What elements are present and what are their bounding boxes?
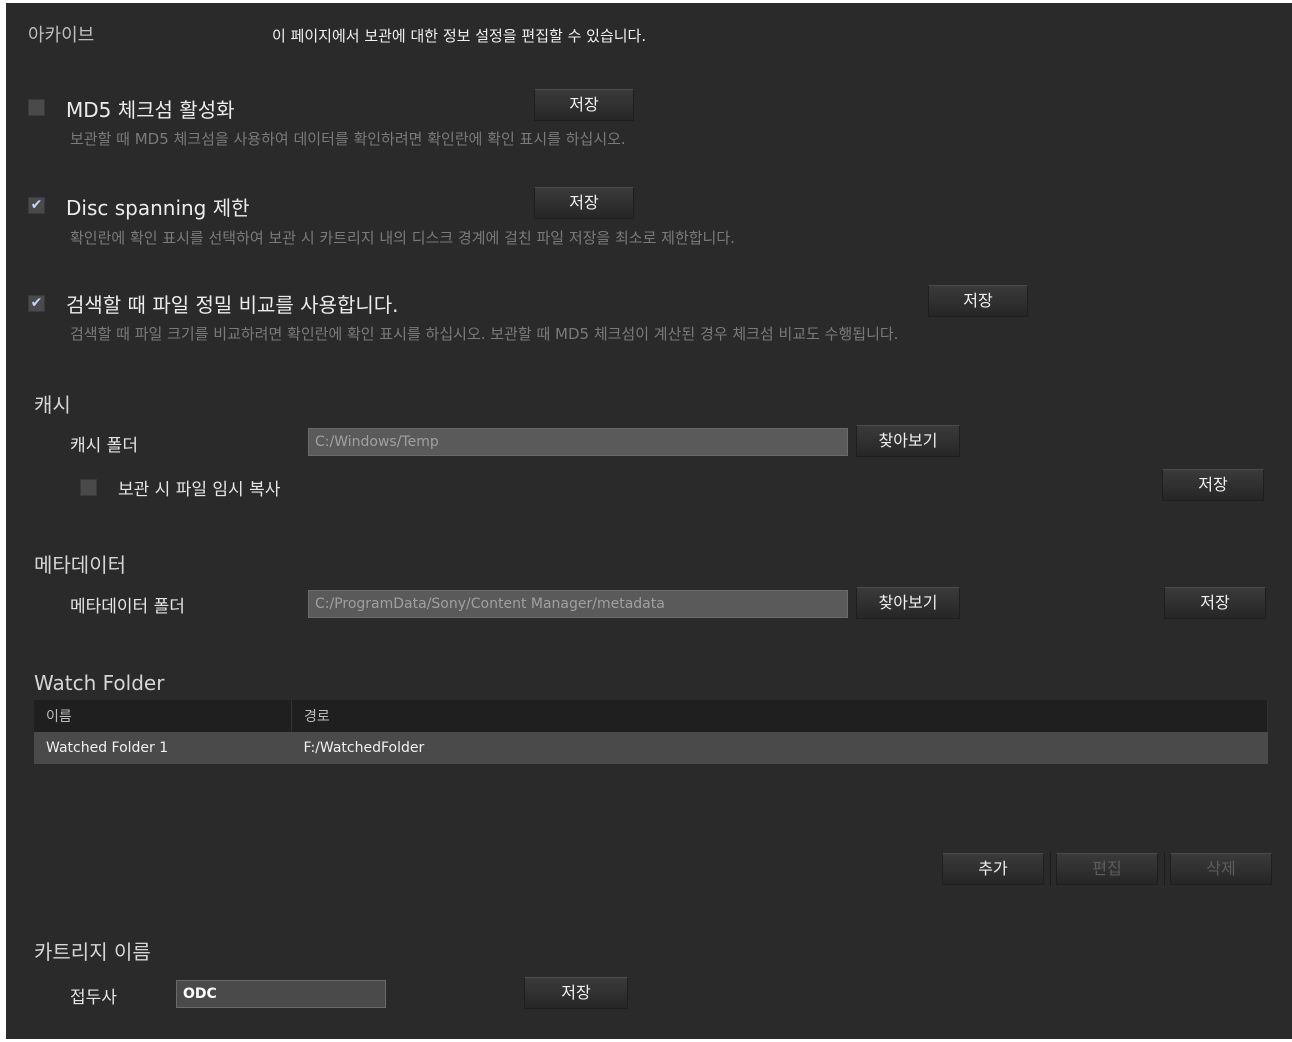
md5-save-button[interactable]: 저장 (534, 89, 634, 121)
table-row[interactable]: Watched Folder 1 F:/WatchedFolder (34, 732, 1268, 764)
button-divider (1164, 852, 1165, 886)
metadata-section-title: 메타데이터 (34, 553, 126, 577)
metadata-folder-label: 메타데이터 폴더 (70, 597, 185, 617)
table-cell-path: F:/WatchedFolder (291, 732, 1268, 764)
md5-label: MD5 체크섬 활성화 (66, 98, 235, 122)
watch-folder-edit-button[interactable]: 편집 (1056, 853, 1158, 885)
file-compare-checkbox[interactable]: ✔ (28, 295, 45, 312)
page-title: 아카이브 (28, 25, 95, 46)
archive-settings-panel: 아카이브 이 페이지에서 보관에 대한 정보 설정을 편집할 수 있습니다. M… (6, 3, 1292, 1039)
table-header-row: 이름 경로 (34, 700, 1268, 732)
metadata-browse-button[interactable]: 찾아보기 (856, 587, 960, 619)
watch-folder-table: 이름 경로 Watched Folder 1 F:/WatchedFolder (34, 700, 1268, 764)
checkmark-icon: ✔ (30, 197, 43, 213)
cache-browse-button[interactable]: 찾아보기 (856, 425, 960, 457)
temp-copy-label: 보관 시 파일 임시 복사 (118, 480, 281, 500)
watch-folder-title: Watch Folder (34, 671, 165, 695)
checkmark-icon: ✔ (30, 295, 43, 311)
file-compare-description: 검색할 때 파일 크기를 비교하려면 확인란에 확인 표시를 하십시오. 보관할… (70, 325, 899, 343)
md5-checkbox[interactable] (28, 99, 45, 116)
disc-spanning-description: 확인란에 확인 표시를 선택하여 보관 시 카트리지 내의 디스크 경계에 걸친… (70, 229, 735, 247)
cartridge-section-title: 카트리지 이름 (34, 940, 151, 964)
disc-spanning-checkbox[interactable]: ✔ (28, 197, 45, 214)
watch-folder-delete-button[interactable]: 삭제 (1170, 853, 1272, 885)
file-compare-label: 검색할 때 파일 정밀 비교를 사용합니다. (66, 293, 399, 317)
watch-folder-add-button[interactable]: 추가 (942, 853, 1044, 885)
prefix-label: 접두사 (70, 988, 117, 1008)
disc-spanning-label: Disc spanning 제한 (66, 196, 250, 220)
disc-spanning-save-button[interactable]: 저장 (534, 187, 634, 219)
cartridge-save-button[interactable]: 저장 (524, 977, 628, 1009)
table-cell-name: Watched Folder 1 (34, 732, 292, 764)
button-divider (1050, 852, 1051, 886)
metadata-save-button[interactable]: 저장 (1164, 587, 1266, 619)
prefix-input[interactable]: ODC (176, 980, 386, 1008)
cache-section-title: 캐시 (34, 393, 71, 417)
column-header-name[interactable]: 이름 (34, 700, 292, 732)
cache-folder-label: 캐시 폴더 (70, 436, 138, 456)
metadata-folder-field[interactable]: C:/ProgramData/Sony/Content Manager/meta… (308, 590, 848, 618)
file-compare-save-button[interactable]: 저장 (928, 285, 1028, 317)
temp-copy-checkbox[interactable] (80, 479, 97, 496)
md5-description: 보관할 때 MD5 체크섬을 사용하여 데이터를 확인하려면 확인란에 확인 표… (70, 130, 626, 148)
cache-folder-field[interactable]: C:/Windows/Temp (308, 428, 848, 456)
cache-save-button[interactable]: 저장 (1162, 469, 1264, 501)
column-header-path[interactable]: 경로 (291, 700, 1268, 732)
page-description: 이 페이지에서 보관에 대한 정보 설정을 편집할 수 있습니다. (272, 27, 647, 45)
